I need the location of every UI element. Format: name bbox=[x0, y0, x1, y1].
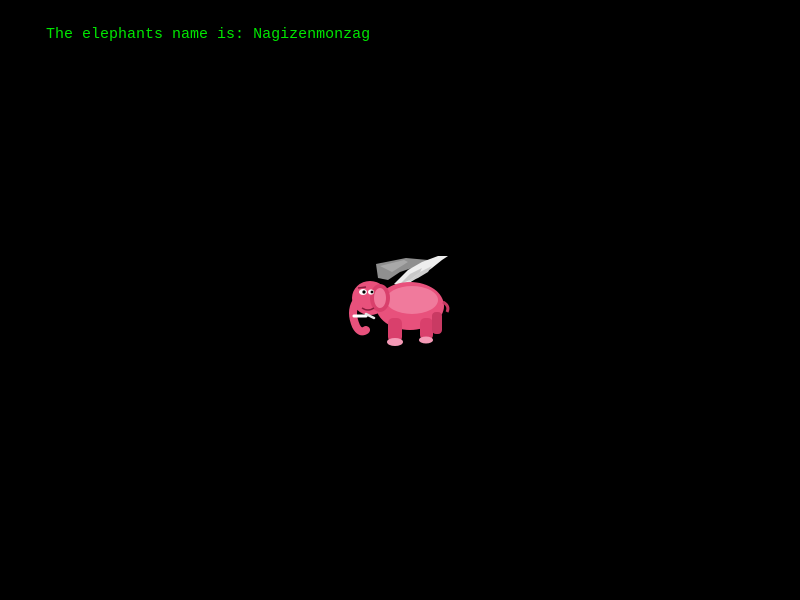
game-screen: The elephants name is: Nagizenmonzag bbox=[0, 0, 800, 600]
flying-elephant-sprite bbox=[349, 256, 450, 346]
elephant-name-text: The elephants name is: Nagizenmonzag bbox=[10, 8, 370, 62]
elephant-head bbox=[349, 281, 390, 336]
elephant-name-value: Nagizenmonzag bbox=[253, 26, 371, 43]
name-label: The elephants name is: bbox=[46, 26, 254, 43]
